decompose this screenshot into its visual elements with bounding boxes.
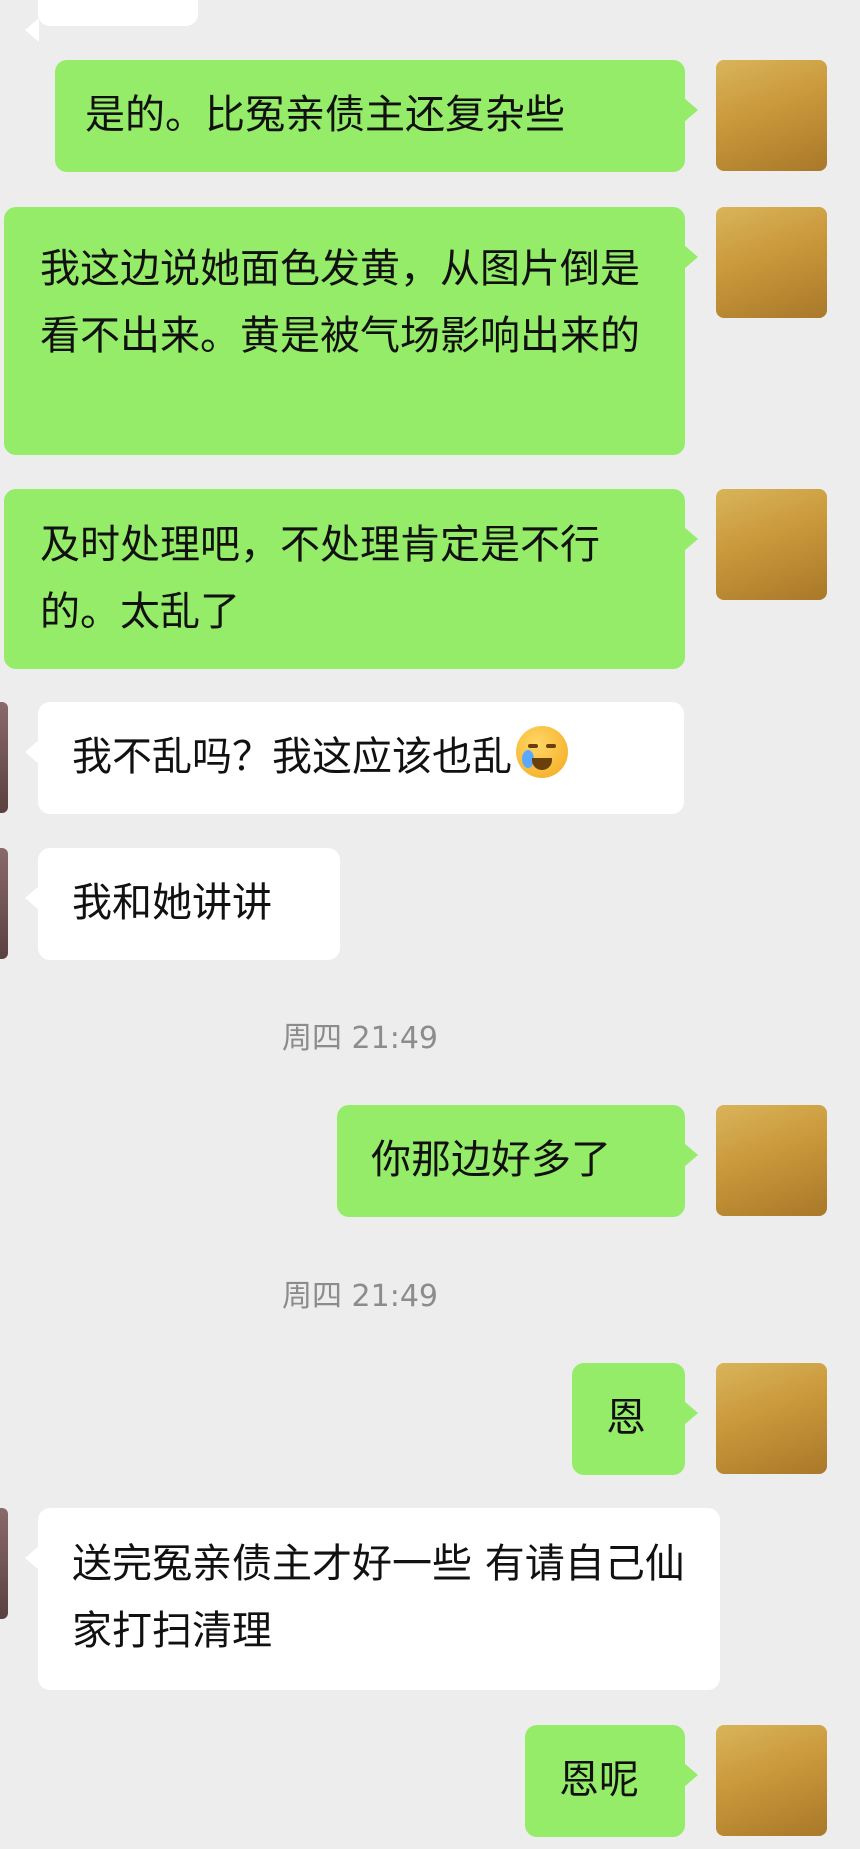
message-text: 恩呢 xyxy=(559,1757,639,1803)
received-message-bubble[interactable]: 我不乱吗？我这应该也乱 xyxy=(25,702,684,814)
contact-avatar[interactable] xyxy=(0,702,8,813)
received-message-bubble[interactable]: 我和她讲讲 xyxy=(25,848,340,960)
message-text: 我不乱吗？我这应该也乱 xyxy=(72,734,512,780)
avatar[interactable] xyxy=(716,489,827,600)
message-text: 送完冤亲债主才好一些 有请自己仙家打扫清理 xyxy=(72,1541,685,1654)
timestamp: 周四 21:49 xyxy=(282,1279,438,1314)
message-text: 是的。比冤亲债主还复杂些 xyxy=(85,92,565,138)
avatar[interactable] xyxy=(716,207,827,318)
avatar[interactable] xyxy=(716,1105,827,1216)
sent-message-bubble[interactable]: 我这边说她面色发黄，从图片倒是看不出来。黄是被气场影响出来的 xyxy=(4,207,698,455)
crying-laughing-emoji-icon xyxy=(516,726,568,778)
message-text: 你那边好多了 xyxy=(371,1137,611,1183)
sent-message-bubble[interactable]: 恩呢 xyxy=(525,1725,698,1837)
sent-message-bubble[interactable]: 恩 xyxy=(572,1363,698,1475)
partial-message-bubble[interactable] xyxy=(25,0,198,42)
sent-message-bubble[interactable]: 及时处理吧，不处理肯定是不行的。太乱了 xyxy=(4,489,698,669)
message-text: 恩 xyxy=(606,1395,646,1441)
avatar[interactable] xyxy=(716,1725,827,1836)
avatar[interactable] xyxy=(716,60,827,171)
received-message-bubble[interactable]: 送完冤亲债主才好一些 有请自己仙家打扫清理 xyxy=(25,1508,720,1690)
sent-message-bubble[interactable]: 是的。比冤亲债主还复杂些 xyxy=(55,60,698,172)
contact-avatar[interactable] xyxy=(0,1508,8,1619)
contact-avatar[interactable] xyxy=(0,848,8,959)
message-text: 我这边说她面色发黄，从图片倒是看不出来。黄是被气场影响出来的 xyxy=(40,246,640,359)
message-text: 及时处理吧，不处理肯定是不行的。太乱了 xyxy=(40,522,600,635)
sent-message-bubble[interactable]: 你那边好多了 xyxy=(337,1105,698,1217)
message-text: 我和她讲讲 xyxy=(72,880,272,926)
timestamp: 周四 21:49 xyxy=(282,1021,438,1056)
avatar[interactable] xyxy=(716,1363,827,1474)
